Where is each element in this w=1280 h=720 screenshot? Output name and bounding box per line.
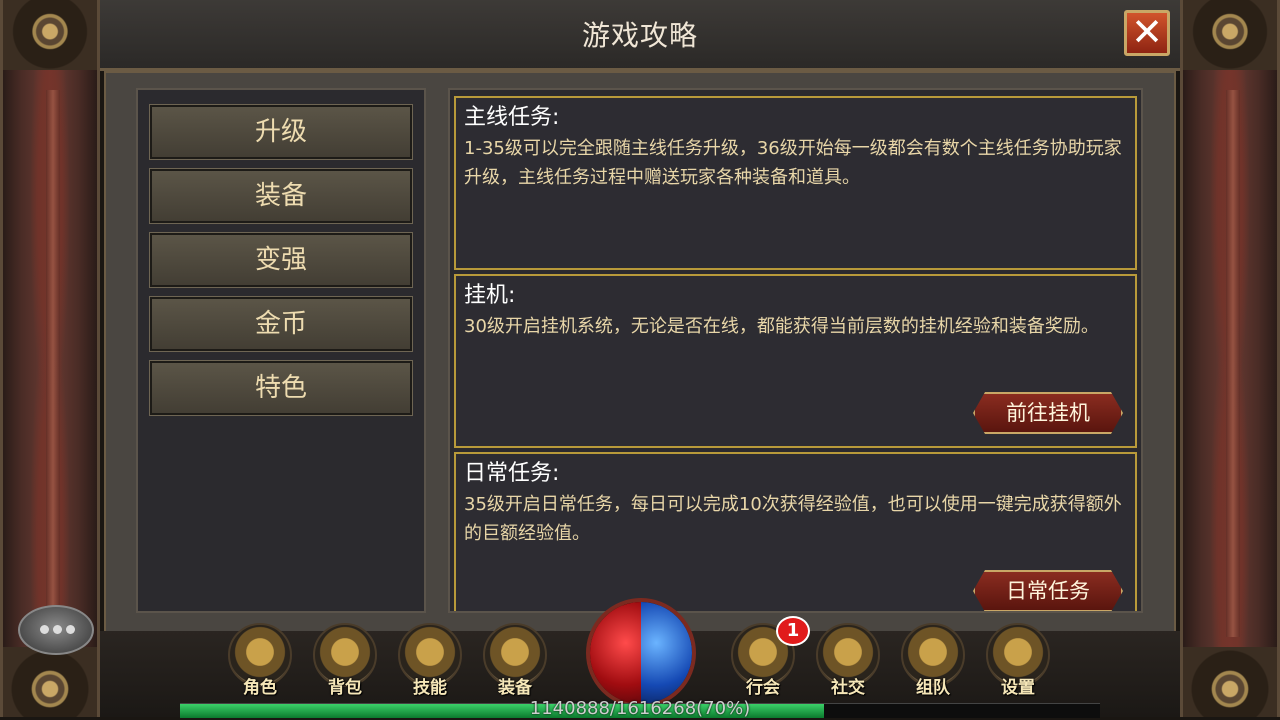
section-text: 35级开启日常任务，每日可以完成10次获得经验值，也可以使用一键完成获得额外的巨… <box>464 494 1122 544</box>
hud-label: 设置 <box>1001 678 1035 698</box>
hud-team-button[interactable]: 组队 <box>898 620 968 698</box>
notification-badge: 1 <box>776 616 810 646</box>
menu-item-gold[interactable]: 金币 <box>149 296 413 352</box>
mp-orb <box>641 602 692 704</box>
close-button[interactable]: ✕ <box>1124 10 1170 56</box>
chat-dot <box>40 625 49 634</box>
hp-mp-orb <box>586 598 696 708</box>
hud-label: 技能 <box>413 678 447 698</box>
chat-dot <box>53 625 62 634</box>
title-bar: 游戏攻略 ✕ <box>100 0 1180 71</box>
hud-skills-button[interactable]: 技能 <box>395 620 465 698</box>
section-main-quest: 主线任务: 1-35级可以完全跟随主线任务升级，36级开始每一级都会有数个主线任… <box>454 96 1137 270</box>
close-icon: ✕ <box>1131 10 1163 54</box>
hud-label: 组队 <box>916 678 950 698</box>
hud-equipment-button[interactable]: 装备 <box>480 620 550 698</box>
guide-menu: 升级 装备 变强 金币 特色 <box>136 88 426 613</box>
hud-settings-button[interactable]: 设置 <box>983 620 1053 698</box>
hud-character-button[interactable]: 角色 <box>225 620 295 698</box>
section-text: 30级开启挂机系统，无论是否在线，都能获得当前层数的挂机经验和装备奖励。 <box>464 316 1099 337</box>
menu-item-upgrade[interactable]: 升级 <box>149 104 413 160</box>
chat-dot <box>66 625 75 634</box>
daily-quest-button[interactable]: 日常任务 <box>973 570 1123 611</box>
section-title: 挂机: <box>464 283 516 308</box>
hud-label: 行会 <box>746 678 780 698</box>
section-daily-quest: 日常任务: 35级开启日常任务，每日可以完成10次获得经验值，也可以使用一键完成… <box>454 452 1137 611</box>
right-decorative-pillar <box>1180 0 1280 717</box>
hud-label: 角色 <box>243 678 277 698</box>
xp-bar: 1140888/1616268(70%) <box>180 698 1100 719</box>
guide-content: 主线任务: 1-35级可以完全跟随主线任务升级，36级开始每一级都会有数个主线任… <box>448 88 1143 613</box>
hp-orb <box>590 602 641 704</box>
go-idle-button[interactable]: 前往挂机 <box>973 392 1123 434</box>
hud-label: 社交 <box>831 678 865 698</box>
hud-social-button[interactable]: 社交 <box>813 620 883 698</box>
menu-item-strengthen[interactable]: 变强 <box>149 232 413 288</box>
section-title: 日常任务: <box>464 461 560 486</box>
hud-bag-button[interactable]: 背包 <box>310 620 380 698</box>
section-text: 1-35级可以完全跟随主线任务升级，36级开始每一级都会有数个主线任务协助玩家升… <box>464 138 1122 188</box>
hud-label: 装备 <box>498 678 532 698</box>
section-title: 主线任务: <box>464 105 560 130</box>
chat-button[interactable] <box>18 605 94 655</box>
menu-item-equipment[interactable]: 装备 <box>149 168 413 224</box>
window-title: 游戏攻略 <box>581 19 698 52</box>
menu-item-features[interactable]: 特色 <box>149 360 413 416</box>
hud-label: 背包 <box>328 678 362 698</box>
section-idle: 挂机: 30级开启挂机系统，无论是否在线，都能获得当前层数的挂机经验和装备奖励。… <box>454 274 1137 448</box>
